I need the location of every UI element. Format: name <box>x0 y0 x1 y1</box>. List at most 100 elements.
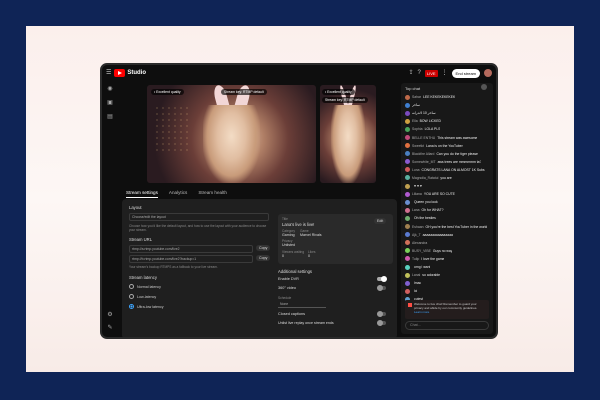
captions-toggle[interactable] <box>377 311 386 317</box>
chat-message[interactable]: Eshaan OH you're the best YouTuber in the… <box>401 223 493 231</box>
left-rail: ◉ ▣ ▤ <box>102 81 118 337</box>
share-icon[interactable]: ⇪ <box>409 70 414 76</box>
viewers-value: 0 <box>282 254 284 258</box>
chat-body: This stream was awesome <box>437 135 478 140</box>
chat-body: lmao <box>414 281 422 286</box>
chat-message[interactable]: ♥ ♥ ♥ <box>401 182 493 190</box>
chat-message[interactable]: BELLE ENTHU This stream was awesome <box>401 133 493 141</box>
copy-backup-button[interactable]: Copy <box>256 255 271 261</box>
chat-message[interactable]: Magnolia_Ratatui you are <box>401 174 493 182</box>
chat-message[interactable]: Sahar LEE KEKEKEKEKEK <box>401 93 493 101</box>
chat-header[interactable]: Top chat <box>401 83 493 93</box>
chat-body: ساحر 10 لاندرانه <box>412 111 436 116</box>
chat-author: Sophia <box>412 127 423 132</box>
chat-author: Alexandra <box>412 240 428 245</box>
chat-message[interactable]: Blackfire Allard Can you do the tiger ple… <box>401 150 493 158</box>
manage-icon[interactable]: ▤ <box>107 113 113 120</box>
dvr-toggle[interactable] <box>377 276 387 282</box>
chat-author: Eshaan <box>412 224 424 229</box>
tab-stream-settings[interactable]: Stream settings <box>126 190 158 198</box>
chat-message[interactable]: ساحر <box>401 101 493 109</box>
chat-message[interactable]: lol <box>401 287 493 295</box>
chat-body: ساحر <box>412 103 420 108</box>
chat-avatar <box>405 175 410 181</box>
chat-message[interactable]: lmao <box>401 279 493 287</box>
chat-text: Blackfire Allard Can you do the tiger ple… <box>412 152 478 156</box>
quality-chip: • Excellent quality <box>322 89 355 95</box>
stream-key-chip: Stream key: RTMP default <box>221 89 267 95</box>
chat-body: Can you do the tiger please <box>436 151 478 156</box>
studio-window: ☰ Studio ⇪ ? LIVE ⋮ End stream ◉ ▣ ▤ ⚙ ✎… <box>100 63 498 339</box>
chat-author: Ella <box>412 119 418 124</box>
chat-author: Tulip <box>412 256 420 261</box>
chat-message[interactable]: Ella BOW LICKED <box>401 117 493 125</box>
menu-icon[interactable]: ☰ <box>106 70 111 76</box>
latency-normal-radio[interactable]: Normal latency <box>129 284 161 289</box>
schedule-select[interactable]: None <box>278 301 326 308</box>
camera-icon[interactable]: ▣ <box>107 99 113 106</box>
copy-url-button[interactable]: Copy <box>256 245 271 251</box>
chat-text: BUSY_VIBE Guys no way <box>412 249 452 253</box>
stream-icon[interactable]: ◉ <box>107 85 112 92</box>
chat-message[interactable]: Liliana YOU ARE SO CUTE <box>401 190 493 198</box>
tab-analytics[interactable]: Analytics <box>169 190 187 198</box>
settings-icon[interactable]: ⚙ <box>107 311 112 318</box>
chat-text: Magnolia_Ratatui you are <box>412 176 452 180</box>
unlist-toggle[interactable] <box>377 320 386 326</box>
live-chat-panel: Top chat Sahar LEE KEKEKEKEKEK ساحر ساحر 10… <box>401 83 493 334</box>
main-stream-preview[interactable]: • Excellent quality Stream key: RTMP def… <box>147 85 316 183</box>
chat-avatar <box>405 110 410 116</box>
chat-message[interactable]: Queen you look <box>401 198 493 206</box>
chat-text: Eshaan OH you're the best YouTuber in the… <box>412 225 487 229</box>
edit-button[interactable]: Edit <box>374 218 387 224</box>
left-rail-bottom: ⚙ ✎ <box>102 311 118 331</box>
youtube-logo-icon[interactable] <box>114 69 126 77</box>
chat-message[interactable]: Luna CONGRATS LANA ON ALMOST 1K Subs <box>401 166 493 174</box>
help-icon[interactable]: ? <box>418 70 421 76</box>
learn-more-link[interactable]: Learn more <box>414 310 486 314</box>
secondary-stream-preview[interactable]: • Excellent quality Stream key: RTMP def… <box>320 85 376 183</box>
chat-welcome-notice: Welcome to live chat! Remember to guard … <box>405 300 489 319</box>
360-video-toggle[interactable] <box>377 285 386 291</box>
chat-body: Lana is on the YouTuber <box>426 143 463 148</box>
chat-avatar <box>405 183 410 189</box>
chat-input[interactable]: Chat... <box>405 321 489 330</box>
chat-message[interactable]: Tulip I love the game <box>401 255 493 263</box>
chat-author: Magnolia_Ratatui <box>412 175 439 180</box>
more-icon[interactable]: ⋮ <box>442 70 448 76</box>
end-stream-button[interactable]: End stream <box>451 68 480 78</box>
backup-url-field[interactable]: rtmp://b.rtmp.youtube.com/live2?backup=1 <box>129 255 253 263</box>
feedback-icon[interactable]: ✎ <box>107 324 112 331</box>
latency-ultra-low-radio[interactable]: Ultra-low latency <box>129 304 164 309</box>
game-value: Marvel Rivals <box>300 233 322 237</box>
likes-value: 0 <box>308 254 310 258</box>
chat-avatar <box>405 151 410 157</box>
latency-low-radio[interactable]: Low-latency <box>129 294 156 299</box>
tab-stream-health[interactable]: Stream health <box>198 190 227 198</box>
chat-message[interactable]: BUSY_VIBE Guys no way <box>401 247 493 255</box>
chat-message[interactable]: Somewhite_MT aws trees are mmmmmm ta? <box>401 158 493 166</box>
chat-avatar <box>405 126 410 132</box>
chat-message[interactable]: ساحر 10 لاندرانه <box>401 109 493 117</box>
chat-author: Lanal <box>412 273 421 278</box>
avatar[interactable] <box>484 69 492 77</box>
chat-message[interactable]: Sophia LOLA PLS <box>401 125 493 133</box>
chat-message[interactable]: Ajk_T aaaaaaaaaaaaaaaa <box>401 231 493 239</box>
chat-message[interactable]: Sweetkt Lana is on the YouTuber <box>401 142 493 150</box>
stream-url-field[interactable]: rtmp://a.rtmp.youtube.com/live2 <box>129 245 253 253</box>
title-label: Title <box>282 217 288 221</box>
chat-message[interactable]: Oh the besties <box>401 214 493 222</box>
chat-body: you are <box>440 175 452 180</box>
send-icon[interactable] <box>481 84 487 90</box>
chat-avatar <box>405 118 410 124</box>
category-value: Gaming <box>282 233 295 237</box>
chat-message[interactable]: omg i want <box>401 263 493 271</box>
layout-field[interactable]: Choose/edit the layout <box>129 213 269 221</box>
chat-message[interactable]: Alexandra <box>401 239 493 247</box>
chat-body: Guys no way <box>432 248 453 253</box>
chat-text: ساحر <box>412 103 422 107</box>
chat-message[interactable]: Lana Oh for WHAT? <box>401 206 493 214</box>
layout-help: Choose how you'd like the default layout… <box>129 224 267 232</box>
layout-label: Layout <box>129 205 142 210</box>
chat-message[interactable]: Lanal so adorable <box>401 271 493 279</box>
